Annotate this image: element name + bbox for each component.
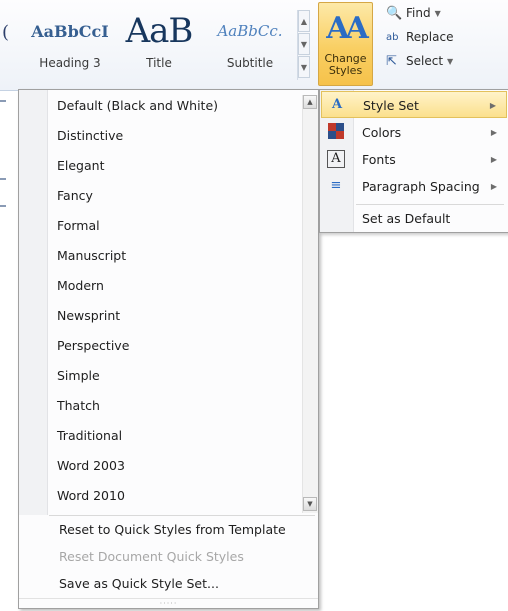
reset-document-quick-styles: Reset Document Quick Styles [59,549,244,564]
chevron-down-icon: ▼ [434,8,441,18]
quick-style-sample: AaB [125,12,194,50]
gallery-more-button[interactable]: ▼ [298,56,310,78]
menu-item-style-set[interactable]: A Style Set ▶ [321,91,507,118]
style-set-item[interactable]: Perspective [57,332,129,360]
quick-style-subtitle[interactable]: AaBbCc. Subtitle [204,4,296,84]
quick-style-label: Heading 3 [39,56,101,70]
quick-style-label: Title [146,56,172,70]
menu-icon-gutter [19,90,48,515]
style-set-item[interactable]: Simple [57,362,100,390]
menu-item-label: Style Set [363,98,419,113]
style-set-dropdown: Default (Black and White) Distinctive El… [18,89,319,609]
save-as-quick-style-set[interactable]: Save as Quick Style Set... [59,571,219,597]
chevron-right-icon: ▶ [489,101,496,110]
style-set-item[interactable]: Formal [57,212,100,240]
change-styles-label: Change Styles [324,52,367,77]
change-styles-button[interactable]: AA Change Styles [318,2,373,86]
style-set-item[interactable]: Default (Black and White) [57,92,218,120]
editing-group: 🔍 Find ▼ ab Replace ⇱ Select ▼ [382,2,506,74]
select-button[interactable]: ⇱ Select ▼ [382,50,506,72]
quick-style-sample: AaBbCc. [217,22,283,40]
chevron-right-icon: ▶ [490,182,497,191]
style-set-item[interactable]: Traditional [57,422,122,450]
menu-item-label: Colors [362,125,402,140]
gallery-partial-style: ( [2,22,10,43]
colors-icon [327,123,345,141]
style-set-item[interactable]: Fancy [57,182,93,210]
quick-styles-gallery-scroller: ▲ ▼ ▼ [297,10,311,80]
replace-icon: ab [386,31,399,43]
style-set-item[interactable]: Word 2010 [57,482,125,510]
style-set-item[interactable]: Manuscript [57,242,126,270]
chevron-right-icon: ▶ [490,128,497,137]
replace-button[interactable]: ab Replace [382,26,506,48]
document-edge-mark [0,100,6,102]
menu-item-label: Paragraph Spacing [362,179,480,194]
style-set-item[interactable]: Modern [57,272,104,300]
find-button[interactable]: 🔍 Find ▼ [382,2,506,24]
style-set-icon: A [331,97,343,112]
reset-to-quick-styles-from-template[interactable]: Reset to Quick Styles from Template [59,517,286,543]
menu-item-label: Set as Default [362,211,451,226]
chevron-right-icon: ▶ [490,155,497,164]
change-styles-menu: A Style Set ▶ Colors ▶ A Fonts ▶ ≡ Parag… [319,89,508,233]
binoculars-icon: 🔍 [386,5,403,21]
scroll-down-arrow-icon[interactable]: ▼ [303,497,317,511]
quick-style-label: Subtitle [226,56,274,70]
menu-item-fonts[interactable]: A Fonts ▶ [321,146,507,173]
quick-style-heading-3[interactable]: AaBbCcI Heading 3 [20,4,120,84]
menu-item-set-as-default[interactable]: Set as Default [321,205,507,232]
resize-grip[interactable]: ····· [19,598,318,609]
quick-style-title[interactable]: AaB Title [112,4,206,84]
menu-separator [49,515,315,516]
style-set-item[interactable]: Distinctive [57,122,123,150]
style-list-scrollbar[interactable]: ▲ ▼ [302,95,318,513]
menu-item-label: Fonts [362,152,396,167]
fonts-icon: A [327,150,345,168]
style-set-item[interactable]: Newsprint [57,302,120,330]
chevron-down-icon: ▼ [447,56,454,66]
paragraph-spacing-icon: ≡ [330,178,342,193]
style-set-item[interactable]: Thatch [57,392,100,420]
gallery-scroll-down-button[interactable]: ▼ [298,33,310,55]
change-styles-icon: AA [326,11,369,46]
gallery-scroll-up-button[interactable]: ▲ [298,10,310,32]
document-edge-mark [0,205,6,207]
ribbon: ( AaBbCcI Heading 3 AaB Title AaBbCc. Su… [0,0,508,91]
quick-style-sample: AaBbCcI [31,21,109,41]
replace-label: Replace [406,30,454,44]
cursor-arrow-icon: ⇱ [386,53,397,69]
select-label: Select [406,54,444,68]
find-label: Find [406,6,431,20]
scroll-up-arrow-icon[interactable]: ▲ [303,95,317,109]
menu-item-paragraph-spacing[interactable]: ≡ Paragraph Spacing ▶ [321,173,507,200]
style-set-item[interactable]: Elegant [57,152,104,180]
document-edge-mark [0,178,6,180]
menu-item-colors[interactable]: Colors ▶ [321,119,507,146]
style-set-item[interactable]: Word 2003 [57,452,125,480]
